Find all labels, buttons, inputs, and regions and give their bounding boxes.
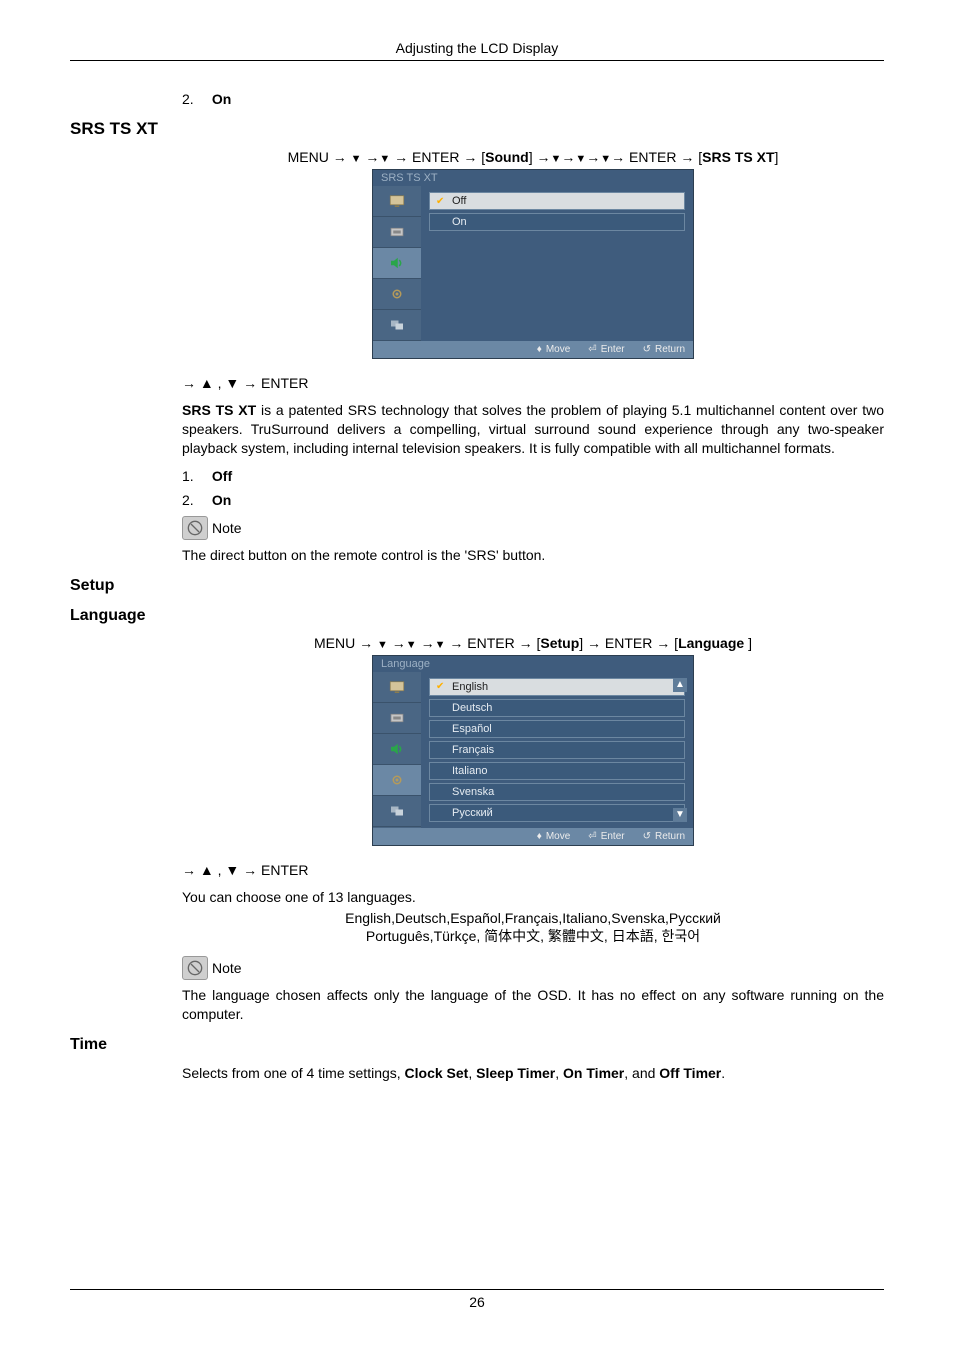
osd-title: SRS TS XT (373, 170, 693, 186)
language-list: English,Deutsch,Español,Français,Italian… (182, 910, 884, 946)
list-label: On (212, 492, 231, 508)
srs-description: SRS TS XT is a patented SRS technology t… (182, 401, 884, 458)
heading-time: Time (70, 1036, 884, 1054)
osd-sidebar-picture-icon (373, 186, 421, 217)
list-number: 2. (182, 492, 208, 508)
osd-sidebar-setup-icon (373, 765, 421, 796)
osd-item-label: Italiano (452, 765, 487, 777)
srs-nav-path: MENU → ▼ →▼ → ENTER → [Sound] →▼→▼→▼→ EN… (182, 149, 884, 165)
language-nav2: → ▲ , ▼ → ENTER (182, 862, 884, 878)
page-number: 26 (469, 1294, 485, 1310)
osd-sidebar-sound-icon (373, 734, 421, 765)
osd-sidebar (373, 672, 421, 828)
osd-sidebar-setup-icon (373, 279, 421, 310)
page-header-title: Adjusting the LCD Display (396, 40, 559, 56)
language-para1: You can choose one of 13 languages. (182, 888, 884, 907)
osd-footer: ♦ Move ⏎ Enter ↺ Return (373, 341, 693, 358)
osd-title: Language (373, 656, 693, 672)
osd-sidebar-multi-icon (373, 796, 421, 827)
osd-item-russian[interactable]: Русский (429, 804, 685, 822)
osd-sidebar (373, 186, 421, 341)
scroll-down-icon[interactable]: ▼ (673, 808, 687, 822)
time-para: Selects from one of 4 time settings, Clo… (182, 1064, 884, 1083)
note-label: Note (212, 960, 242, 976)
note-label: Note (212, 520, 242, 536)
language-list-line2: Português,Türkçe, 简体中文, 繁體中文, 日本語, 한국어 (182, 926, 884, 946)
page-footer: 26 (70, 1289, 884, 1310)
osd-item-label: Русский (452, 807, 493, 819)
list-number: 2. (182, 91, 208, 107)
osd-footer-move: ♦ Move (537, 344, 571, 355)
osd-item-francais[interactable]: Français (429, 741, 685, 759)
page-header: Adjusting the LCD Display (70, 40, 884, 61)
osd-footer-enter: ⏎ Enter (588, 344, 624, 355)
osd-menu-language: Language ▲ ✔ English Deutsch Españo (372, 655, 694, 846)
scroll-up-icon[interactable]: ▲ (673, 678, 687, 692)
osd-item-label: Off (452, 195, 466, 207)
osd-menu-srs: SRS TS XT ✔ Off On (372, 169, 694, 359)
checkmark-icon: ✔ (436, 196, 446, 207)
list-number: 1. (182, 468, 208, 484)
osd-item-label: English (452, 681, 488, 693)
note-text: The direct button on the remote control … (182, 546, 884, 565)
osd-sidebar-multi-icon (373, 310, 421, 341)
osd-item-on[interactable]: On (429, 213, 685, 231)
note-block: Note (182, 516, 884, 540)
language-note-text: The language chosen affects only the lan… (182, 986, 884, 1024)
srs-prev-list: 2. On (182, 91, 884, 107)
osd-footer-return: ↺ Return (643, 831, 685, 842)
list-label: Off (212, 468, 232, 484)
osd-sidebar-picture-icon (373, 672, 421, 703)
language-nav-path: MENU → ▼ →▼ →▼ → ENTER → [Setup] → ENTER… (182, 635, 884, 651)
osd-sidebar-input-icon (373, 703, 421, 734)
osd-item-label: On (452, 216, 467, 228)
language-list-line1: English,Deutsch,Español,Français,Italian… (182, 910, 884, 926)
osd-footer-return: ↺ Return (643, 344, 685, 355)
srs-list-off: 1. Off (182, 468, 884, 484)
osd-footer: ♦ Move ⏎ Enter ↺ Return (373, 828, 693, 845)
list-label-on: On (212, 91, 231, 107)
osd-footer-move: ♦ Move (537, 831, 571, 842)
osd-sidebar-sound-icon (373, 248, 421, 279)
osd-item-italiano[interactable]: Italiano (429, 762, 685, 780)
osd-item-deutsch[interactable]: Deutsch (429, 699, 685, 717)
osd-item-svenska[interactable]: Svenska (429, 783, 685, 801)
srs-nav2: → ▲ , ▼ → ENTER (182, 375, 884, 391)
heading-srs: SRS TS XT (70, 119, 884, 139)
osd-item-label: Svenska (452, 786, 494, 798)
osd-sidebar-input-icon (373, 217, 421, 248)
note-icon (182, 956, 208, 980)
heading-setup: Setup (70, 577, 884, 595)
osd-item-label: Français (452, 744, 494, 756)
note-icon (182, 516, 208, 540)
osd-item-espanol[interactable]: Español (429, 720, 685, 738)
osd-menu-main: ▲ ✔ English Deutsch Español Français Ita… (421, 672, 693, 828)
checkmark-icon: ✔ (436, 681, 446, 692)
heading-language: Language (70, 607, 884, 625)
note-block: Note (182, 956, 884, 980)
osd-menu-main: ✔ Off On (421, 186, 693, 341)
osd-item-off[interactable]: ✔ Off (429, 192, 685, 210)
osd-item-label: Deutsch (452, 702, 492, 714)
osd-footer-enter: ⏎ Enter (588, 831, 624, 842)
osd-item-english[interactable]: ✔ English (429, 678, 685, 696)
srs-list-on: 2. On (182, 492, 884, 508)
osd-item-label: Español (452, 723, 492, 735)
